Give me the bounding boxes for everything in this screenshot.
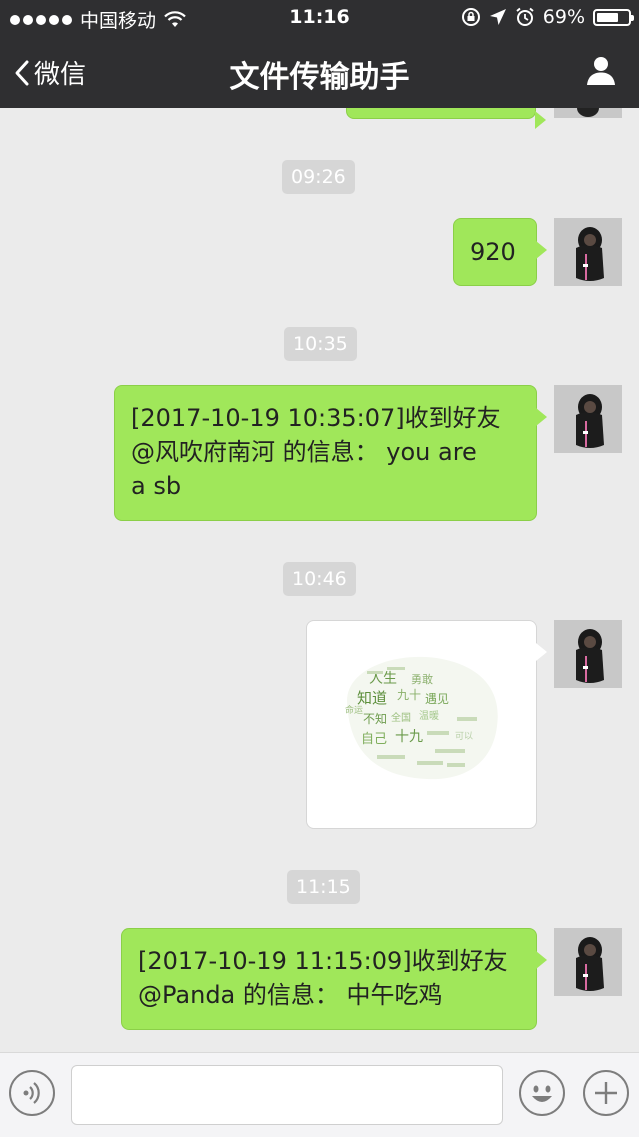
chat-area[interactable]: 09:26 920 10:35 [2017-10-19 10:35:07]收到好…: [0, 108, 639, 1052]
avatar[interactable]: [554, 108, 622, 118]
timestamp: 11:15: [287, 870, 360, 904]
contact-info-button[interactable]: [585, 54, 617, 90]
message-bubble[interactable]: 920: [453, 218, 547, 286]
word-cloud-word: 自己: [361, 732, 387, 747]
message-text: 920: [470, 238, 516, 266]
word-cloud-word: 可以: [455, 731, 473, 742]
word-cloud-word: 知道: [357, 689, 387, 707]
message-line: @Panda 的信息： 中午吃鸡: [138, 981, 443, 1009]
page-title: 文件传输助手: [229, 60, 410, 95]
word-cloud-image: 人生 知道 九十 遇见 不知 全国 自己 十九 勇敢 温暖 命运 可以: [345, 656, 498, 780]
location-arrow-icon: [489, 9, 506, 25]
plus-icon: [595, 1082, 617, 1104]
image-message-bubble[interactable]: 人生 知道 九十 遇见 不知 全国 自己 十九 勇敢 温暖 命运 可以: [306, 620, 547, 829]
avatar[interactable]: [554, 928, 622, 996]
top-bar: 中国移动 11:16 69% 微信 文件传输助手: [0, 0, 639, 108]
status-bar: 中国移动 11:16 69%: [0, 0, 639, 36]
avatar-image: [554, 928, 622, 996]
avatar-image: [554, 385, 622, 453]
navigation-bar: 微信 文件传输助手: [0, 36, 639, 108]
avatar-image: [554, 620, 622, 688]
word-cloud-word: 勇敢: [411, 672, 433, 686]
avatar[interactable]: [554, 385, 622, 453]
input-bar: [0, 1052, 639, 1137]
message-line: @风吹府南河 的信息： you are: [131, 438, 477, 466]
message-line: a sb: [131, 472, 182, 500]
word-cloud-word: 遇见: [425, 692, 449, 706]
word-cloud-word: 不知: [363, 712, 387, 726]
avatar-image: [554, 108, 622, 118]
word-cloud-word: 命运: [345, 704, 363, 716]
battery-percent: 69%: [542, 6, 585, 28]
person-icon: [587, 57, 615, 85]
message-bubble[interactable]: [2017-10-19 11:15:09]收到好友 @Panda 的信息： 中午…: [121, 928, 547, 1030]
word-cloud-word: 温暖: [419, 709, 439, 722]
message-line: [2017-10-19 10:35:07]收到好友: [131, 404, 501, 432]
message-input[interactable]: [71, 1065, 503, 1125]
battery-fill: [597, 12, 618, 22]
message-line: [2017-10-19 11:15:09]收到好友: [138, 947, 508, 975]
rotation-lock-icon: [461, 8, 480, 26]
emoji-icon: [532, 1085, 552, 1102]
message-bubble[interactable]: [2017-10-19 10:35:07]收到好友 @风吹府南河 的信息： yo…: [114, 385, 547, 521]
timestamp: 10:46: [283, 562, 356, 596]
avatar[interactable]: [554, 218, 622, 286]
timestamp: 09:26: [282, 160, 355, 194]
voice-button[interactable]: [9, 1070, 55, 1116]
word-cloud-word: 全国: [391, 711, 411, 724]
avatar-image: [554, 218, 622, 286]
avatar[interactable]: [554, 620, 622, 688]
emoji-button[interactable]: [519, 1070, 565, 1116]
battery-icon: [593, 8, 634, 26]
add-button[interactable]: [583, 1070, 629, 1116]
voice-icon: [23, 1082, 40, 1104]
word-cloud-word: 九十: [397, 688, 421, 702]
previous-message-bubble[interactable]: [346, 108, 546, 129]
word-cloud-word: 十九: [395, 729, 423, 745]
timestamp: 10:35: [284, 327, 357, 361]
alarm-clock-icon: [516, 7, 534, 26]
